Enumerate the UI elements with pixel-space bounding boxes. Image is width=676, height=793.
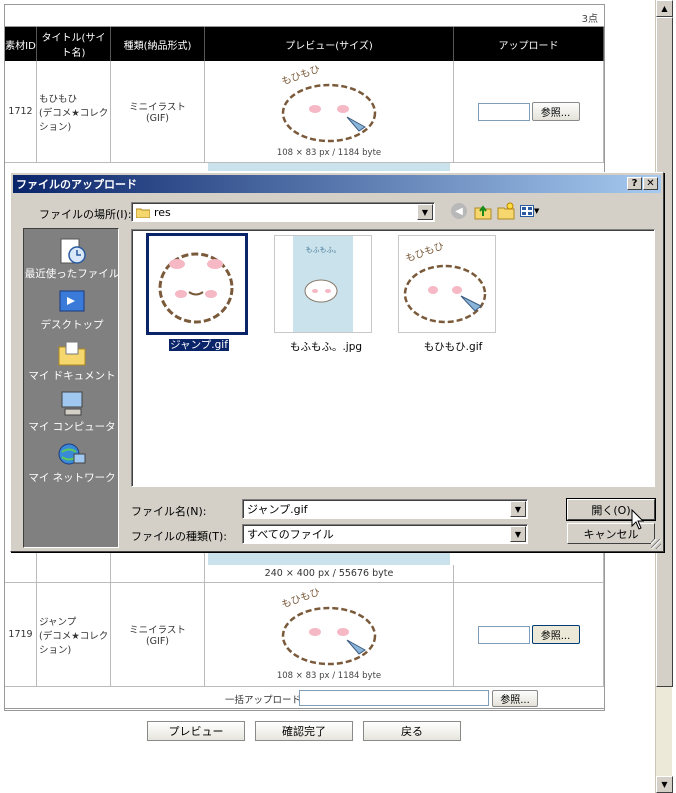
place-computer-label: マイ コンピュータ — [28, 421, 116, 433]
row3-browse-button[interactable]: 参照... — [531, 625, 580, 644]
row3-file-input[interactable] — [477, 625, 530, 644]
place-documents-label: マイ ドキュメント — [28, 370, 116, 382]
file-name-mohimohi: もひもひ.gif — [423, 341, 483, 353]
row3-upload: 参照... — [454, 583, 604, 687]
recent-icon — [60, 238, 86, 264]
filetype-value: すべてのファイル — [247, 528, 334, 541]
file-thumb-mofumofu: もふもふ。 — [274, 235, 372, 333]
file-item-mohimohi[interactable]: もひもひ もひもひ.gif — [398, 235, 508, 354]
cursor-icon — [631, 509, 645, 530]
help-button[interactable]: ? — [627, 177, 642, 190]
row3-id: 1719 — [5, 583, 37, 687]
folder-icon — [136, 208, 150, 218]
row2-upload — [454, 553, 604, 583]
row3-type: ミニイラスト (GIF) — [111, 583, 205, 687]
header-type: 種類(納品形式) — [111, 27, 205, 61]
row3-size: 108 × 83 px / 1184 byte — [276, 671, 382, 681]
header-upload: アップロード — [454, 27, 604, 61]
confirm-button[interactable]: 確認完了 — [255, 721, 353, 741]
filename-label: ファイル名(N): — [131, 505, 207, 518]
file-item-mofumofu[interactable]: もふもふ。 もふもふ。.jpg — [271, 235, 381, 354]
filename-combo[interactable]: ジャンプ.gif ▼ — [242, 499, 528, 519]
filename-dropdown-button[interactable]: ▼ — [510, 501, 526, 517]
back-button[interactable]: 戻る — [363, 721, 461, 741]
back-icon[interactable]: ◀ — [451, 203, 467, 219]
resize-grip[interactable] — [651, 539, 661, 549]
view-menu-icon[interactable]: ▼ — [520, 203, 542, 219]
place-desktop[interactable]: デスクトップ — [24, 282, 120, 332]
place-recent[interactable]: 最近使ったファイル — [24, 231, 120, 281]
item-count: 3点 — [581, 14, 598, 25]
bulk-browse-button[interactable]: 参照... — [492, 690, 538, 707]
new-folder-icon[interactable] — [497, 202, 515, 220]
filetype-label: ファイルの種類(T): — [131, 530, 228, 543]
row1-id: 1712 — [5, 61, 37, 163]
preview-button[interactable]: プレビュー — [147, 721, 245, 741]
row3-preview: もひもひ 108 × 83 px / 1184 byte — [205, 583, 454, 687]
header-title: タイトル(サイト名) — [37, 27, 111, 61]
row1-browse-button[interactable]: 参照... — [531, 102, 580, 121]
row1-size: 108 × 83 px / 1184 byte — [276, 148, 382, 158]
file-list[interactable]: ジャンプ.gif もふもふ。 もふもふ。.jpg もひもひ もひもひ.gif — [131, 229, 655, 487]
bulk-upload-row: 一括アップロード： 参照... — [5, 687, 604, 709]
lookin-dropdown-button[interactable]: ▼ — [417, 204, 433, 220]
computer-icon — [61, 391, 83, 416]
lookin-label: ファイルの場所(I): — [39, 208, 132, 221]
row2-size: 240 × 400 px / 55676 byte — [205, 565, 454, 583]
row1-title: もひもひ (デコメ★コレクション) — [37, 61, 111, 163]
header-preview: プレビュー(サイズ) — [205, 27, 454, 61]
network-icon — [58, 443, 86, 465]
count-bar: 3点 — [5, 5, 604, 27]
dialog-title: ファイルのアップロード — [16, 178, 137, 191]
documents-icon — [58, 341, 86, 366]
up-folder-icon[interactable] — [474, 202, 492, 220]
close-button[interactable]: ✕ — [643, 177, 658, 190]
row2-id — [5, 553, 37, 583]
places-bar: 最近使ったファイル デスクトップ マイ ドキュメント マイ コンピュータ マイ … — [23, 228, 119, 548]
scroll-up-button[interactable]: ▲ — [656, 0, 673, 17]
row2-title — [37, 553, 111, 583]
row1-file-input[interactable] — [477, 102, 530, 121]
mohimohi-preview-image: もひもひ — [280, 65, 377, 143]
place-computer[interactable]: マイ コンピュータ — [24, 384, 120, 434]
place-desktop-label: デスクトップ — [40, 319, 104, 331]
file-thumb-mohimohi: もひもひ — [398, 235, 496, 333]
row2-type — [111, 553, 205, 583]
jump-preview-image: もひもひ — [280, 588, 377, 666]
place-documents[interactable]: マイ ドキュメント — [24, 333, 120, 383]
mohimohi-logo-text: もひもひ — [280, 65, 322, 88]
row2-preview-bottom — [208, 553, 450, 565]
bulk-upload-input[interactable] — [299, 690, 489, 706]
bulk-upload-label: 一括アップロード： — [225, 695, 311, 706]
file-name-jump: ジャンプ.gif — [168, 338, 230, 352]
desktop-icon — [59, 290, 85, 312]
file-item-jump[interactable]: ジャンプ.gif — [144, 233, 254, 352]
file-name-mofumofu: もふもふ。.jpg — [289, 341, 363, 353]
place-network[interactable]: マイ ネットワーク — [24, 435, 120, 485]
row1-upload: 参照... — [454, 61, 604, 163]
file-thumb-jump — [146, 233, 248, 335]
lookin-combo[interactable]: res ▼ — [131, 202, 435, 222]
filetype-dropdown-button[interactable]: ▼ — [510, 526, 526, 542]
row3-title: ジャンプ (デコメ★コレクション) — [37, 583, 111, 687]
place-network-label: マイ ネットワーク — [28, 472, 116, 484]
mofumofu-thumb-text: もふもふ。 — [306, 246, 341, 254]
filetype-combo[interactable]: すべてのファイル ▼ — [242, 524, 528, 544]
row2-preview-top — [208, 163, 450, 171]
row1-preview: もひもひ 108 × 83 px / 1184 byte — [205, 61, 454, 163]
filename-value: ジャンプ.gif — [247, 503, 308, 516]
lookin-value: res — [154, 205, 171, 219]
place-recent-label: 最近使ったファイル — [24, 268, 120, 280]
jump-logo-text: もひもひ — [280, 588, 322, 611]
row1-type: ミニイラスト (GIF) — [111, 61, 205, 163]
file-upload-dialog: ファイルのアップロード ? ✕ ファイルの場所(I): res ▼ ◀ ▼ 最近… — [10, 172, 664, 552]
header-id: 素材ID — [5, 27, 37, 61]
mohimohi-thumb-text: もひもひ — [404, 240, 446, 265]
scroll-down-button[interactable]: ▼ — [656, 776, 673, 793]
dialog-titlebar[interactable]: ファイルのアップロード ? ✕ — [13, 175, 661, 193]
